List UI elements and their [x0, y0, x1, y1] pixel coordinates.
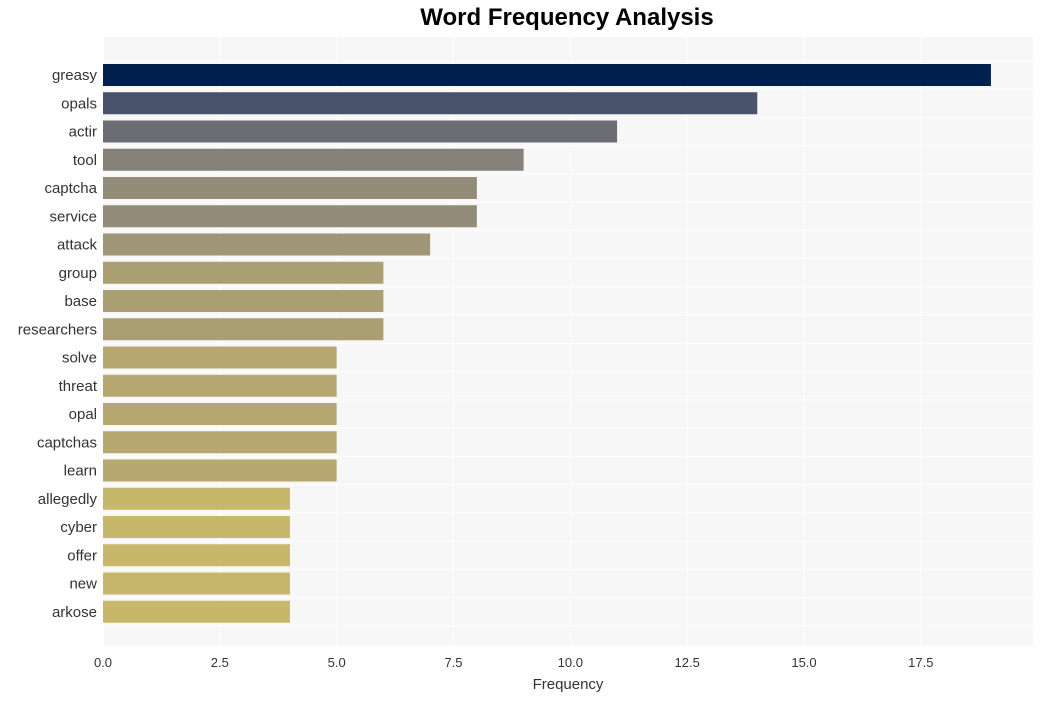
category-label-tool: tool: [73, 152, 97, 169]
x-tick-label-4: 10.0: [558, 655, 583, 670]
category-label-captcha: captcha: [44, 180, 97, 197]
bar-group: [103, 261, 384, 284]
x-tick-label-2: 5.0: [328, 655, 346, 670]
x-tick-label-1: 2.5: [211, 655, 229, 670]
x-tick-label-0: 0.0: [94, 655, 112, 670]
category-label-actir: actir: [69, 124, 97, 141]
bar-greasy: [103, 64, 991, 86]
bar-threat: [103, 374, 337, 397]
category-label-solve: solve: [62, 350, 97, 367]
category-label-arkose: arkose: [52, 604, 97, 621]
x-axis-title: Frequency: [533, 676, 604, 693]
x-tick-labels: 0.0 2.5 5.0 7.5 10.0 12.5 15.0 17.5: [94, 655, 934, 670]
x-tick-label-3: 7.5: [444, 655, 462, 670]
category-label-opals: opals: [61, 95, 97, 112]
bar-actir: [103, 120, 618, 143]
category-label-cyber: cyber: [60, 519, 97, 536]
bar-attack: [103, 233, 431, 256]
category-label-threat: threat: [59, 378, 98, 395]
category-label-allegedly: allegedly: [38, 491, 98, 508]
bar-offer: [103, 544, 290, 567]
category-label-new: new: [69, 576, 97, 593]
category-labels: greasy opals actir tool captcha service attack…: [18, 67, 98, 621]
x-tick-label-5: 12.5: [675, 655, 700, 670]
bar-opals: [103, 92, 758, 115]
bar-arkose: [103, 600, 290, 623]
bar-new: [103, 572, 290, 595]
category-label-captchas: captchas: [37, 434, 97, 451]
bar-chart: greasy opals actir tool captcha service attack…: [18, 37, 1033, 693]
category-label-group: group: [59, 265, 97, 282]
category-label-service: service: [49, 208, 97, 225]
x-tick-label-6: 15.0: [791, 655, 816, 670]
bar-base: [103, 290, 384, 312]
category-label-base: base: [64, 293, 97, 310]
x-tick-label-7: 17.5: [908, 655, 933, 670]
bar-researchers: [103, 318, 384, 341]
bar-learn: [103, 459, 337, 482]
category-label-opal: opal: [69, 406, 97, 423]
bar-opal: [103, 403, 337, 425]
category-label-researchers: researchers: [18, 321, 97, 338]
category-label-learn: learn: [64, 463, 97, 480]
bar-tool: [103, 148, 524, 171]
category-label-offer: offer: [67, 547, 97, 564]
bar-captchas: [103, 431, 337, 454]
bar-allegedly: [103, 487, 290, 510]
bar-captcha: [103, 177, 477, 199]
bar-solve: [103, 346, 337, 369]
bar-cyber: [103, 516, 290, 538]
bar-service: [103, 205, 477, 228]
category-label-greasy: greasy: [52, 67, 98, 84]
category-label-attack: attack: [57, 237, 98, 254]
